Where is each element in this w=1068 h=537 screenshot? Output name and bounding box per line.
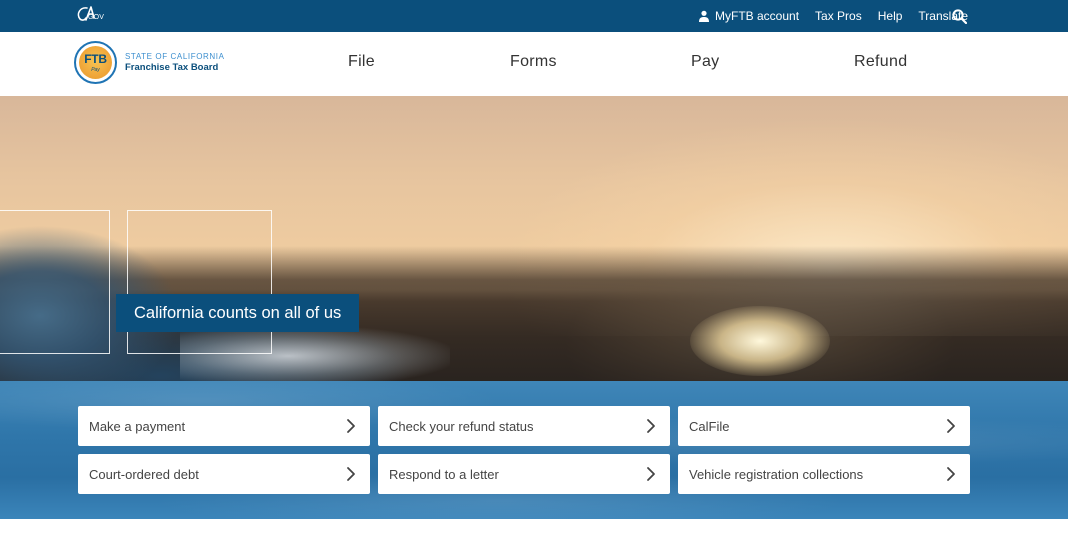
help-link[interactable]: Help bbox=[878, 9, 903, 23]
quick-link-label: Court-ordered debt bbox=[89, 466, 199, 482]
chevron-right-icon bbox=[646, 466, 656, 482]
quick-link-vehicle-registration[interactable]: Vehicle registration collections bbox=[678, 454, 970, 494]
nav-item-pay[interactable]: Pay bbox=[691, 53, 719, 71]
ca-gov-logo[interactable]: GOV bbox=[74, 4, 106, 26]
hero-banner: California counts on all of us bbox=[0, 96, 1068, 381]
user-icon bbox=[698, 10, 710, 22]
hero-sun bbox=[690, 306, 830, 376]
site-header: FTB Pay STATE OF CALIFORNIA Franchise Ta… bbox=[0, 32, 1068, 96]
utility-bar: GOV MyFTB account Tax Pros Help Translat… bbox=[0, 0, 1068, 32]
nav-item-file[interactable]: File bbox=[348, 53, 375, 71]
quick-link-label: Vehicle registration collections bbox=[689, 466, 864, 482]
main-nav: File Forms Pay Refund bbox=[0, 32, 1068, 96]
nav-item-refund[interactable]: Refund bbox=[854, 53, 907, 71]
help-label: Help bbox=[877, 9, 903, 23]
myftb-account-label: MyFTB account bbox=[715, 9, 800, 23]
hero-frame-right bbox=[127, 210, 272, 354]
myftb-account-link[interactable]: MyFTB account bbox=[698, 9, 799, 23]
chevron-right-icon bbox=[346, 418, 356, 434]
chevron-right-icon bbox=[946, 418, 956, 434]
quick-link-label: Respond to a letter bbox=[389, 466, 499, 482]
hero-caption-text: California counts on all of us bbox=[134, 303, 342, 322]
chevron-right-icon bbox=[346, 466, 356, 482]
hero-caption[interactable]: California counts on all of us bbox=[116, 294, 359, 332]
search-icon[interactable] bbox=[952, 9, 967, 24]
nav-item-forms[interactable]: Forms bbox=[510, 53, 557, 71]
quick-link-label: Make a payment bbox=[89, 418, 186, 434]
quick-link-make-payment[interactable]: Make a payment bbox=[78, 406, 370, 446]
quick-band-ripple bbox=[0, 381, 1068, 519]
quick-links-band: Make a payment Check your refund status … bbox=[0, 381, 1068, 519]
utility-links: MyFTB account Tax Pros Help Translate bbox=[698, 0, 968, 32]
hero-frame-left bbox=[0, 210, 110, 354]
tax-pros-link[interactable]: Tax Pros bbox=[815, 9, 862, 23]
quick-link-refund-status[interactable]: Check your refund status bbox=[378, 406, 670, 446]
quick-link-calfile[interactable]: CalFile bbox=[678, 406, 970, 446]
chevron-right-icon bbox=[646, 418, 656, 434]
quick-link-respond-letter[interactable]: Respond to a letter bbox=[378, 454, 670, 494]
ca-gov-logo-text: GOV bbox=[88, 14, 105, 21]
quick-link-label: Check your refund status bbox=[389, 418, 534, 434]
quick-link-label: CalFile bbox=[689, 418, 730, 434]
page-bottom-area bbox=[0, 519, 1068, 537]
quick-link-court-ordered-debt[interactable]: Court-ordered debt bbox=[78, 454, 370, 494]
chevron-right-icon bbox=[946, 466, 956, 482]
tax-pros-label: Tax Pros bbox=[815, 9, 862, 23]
